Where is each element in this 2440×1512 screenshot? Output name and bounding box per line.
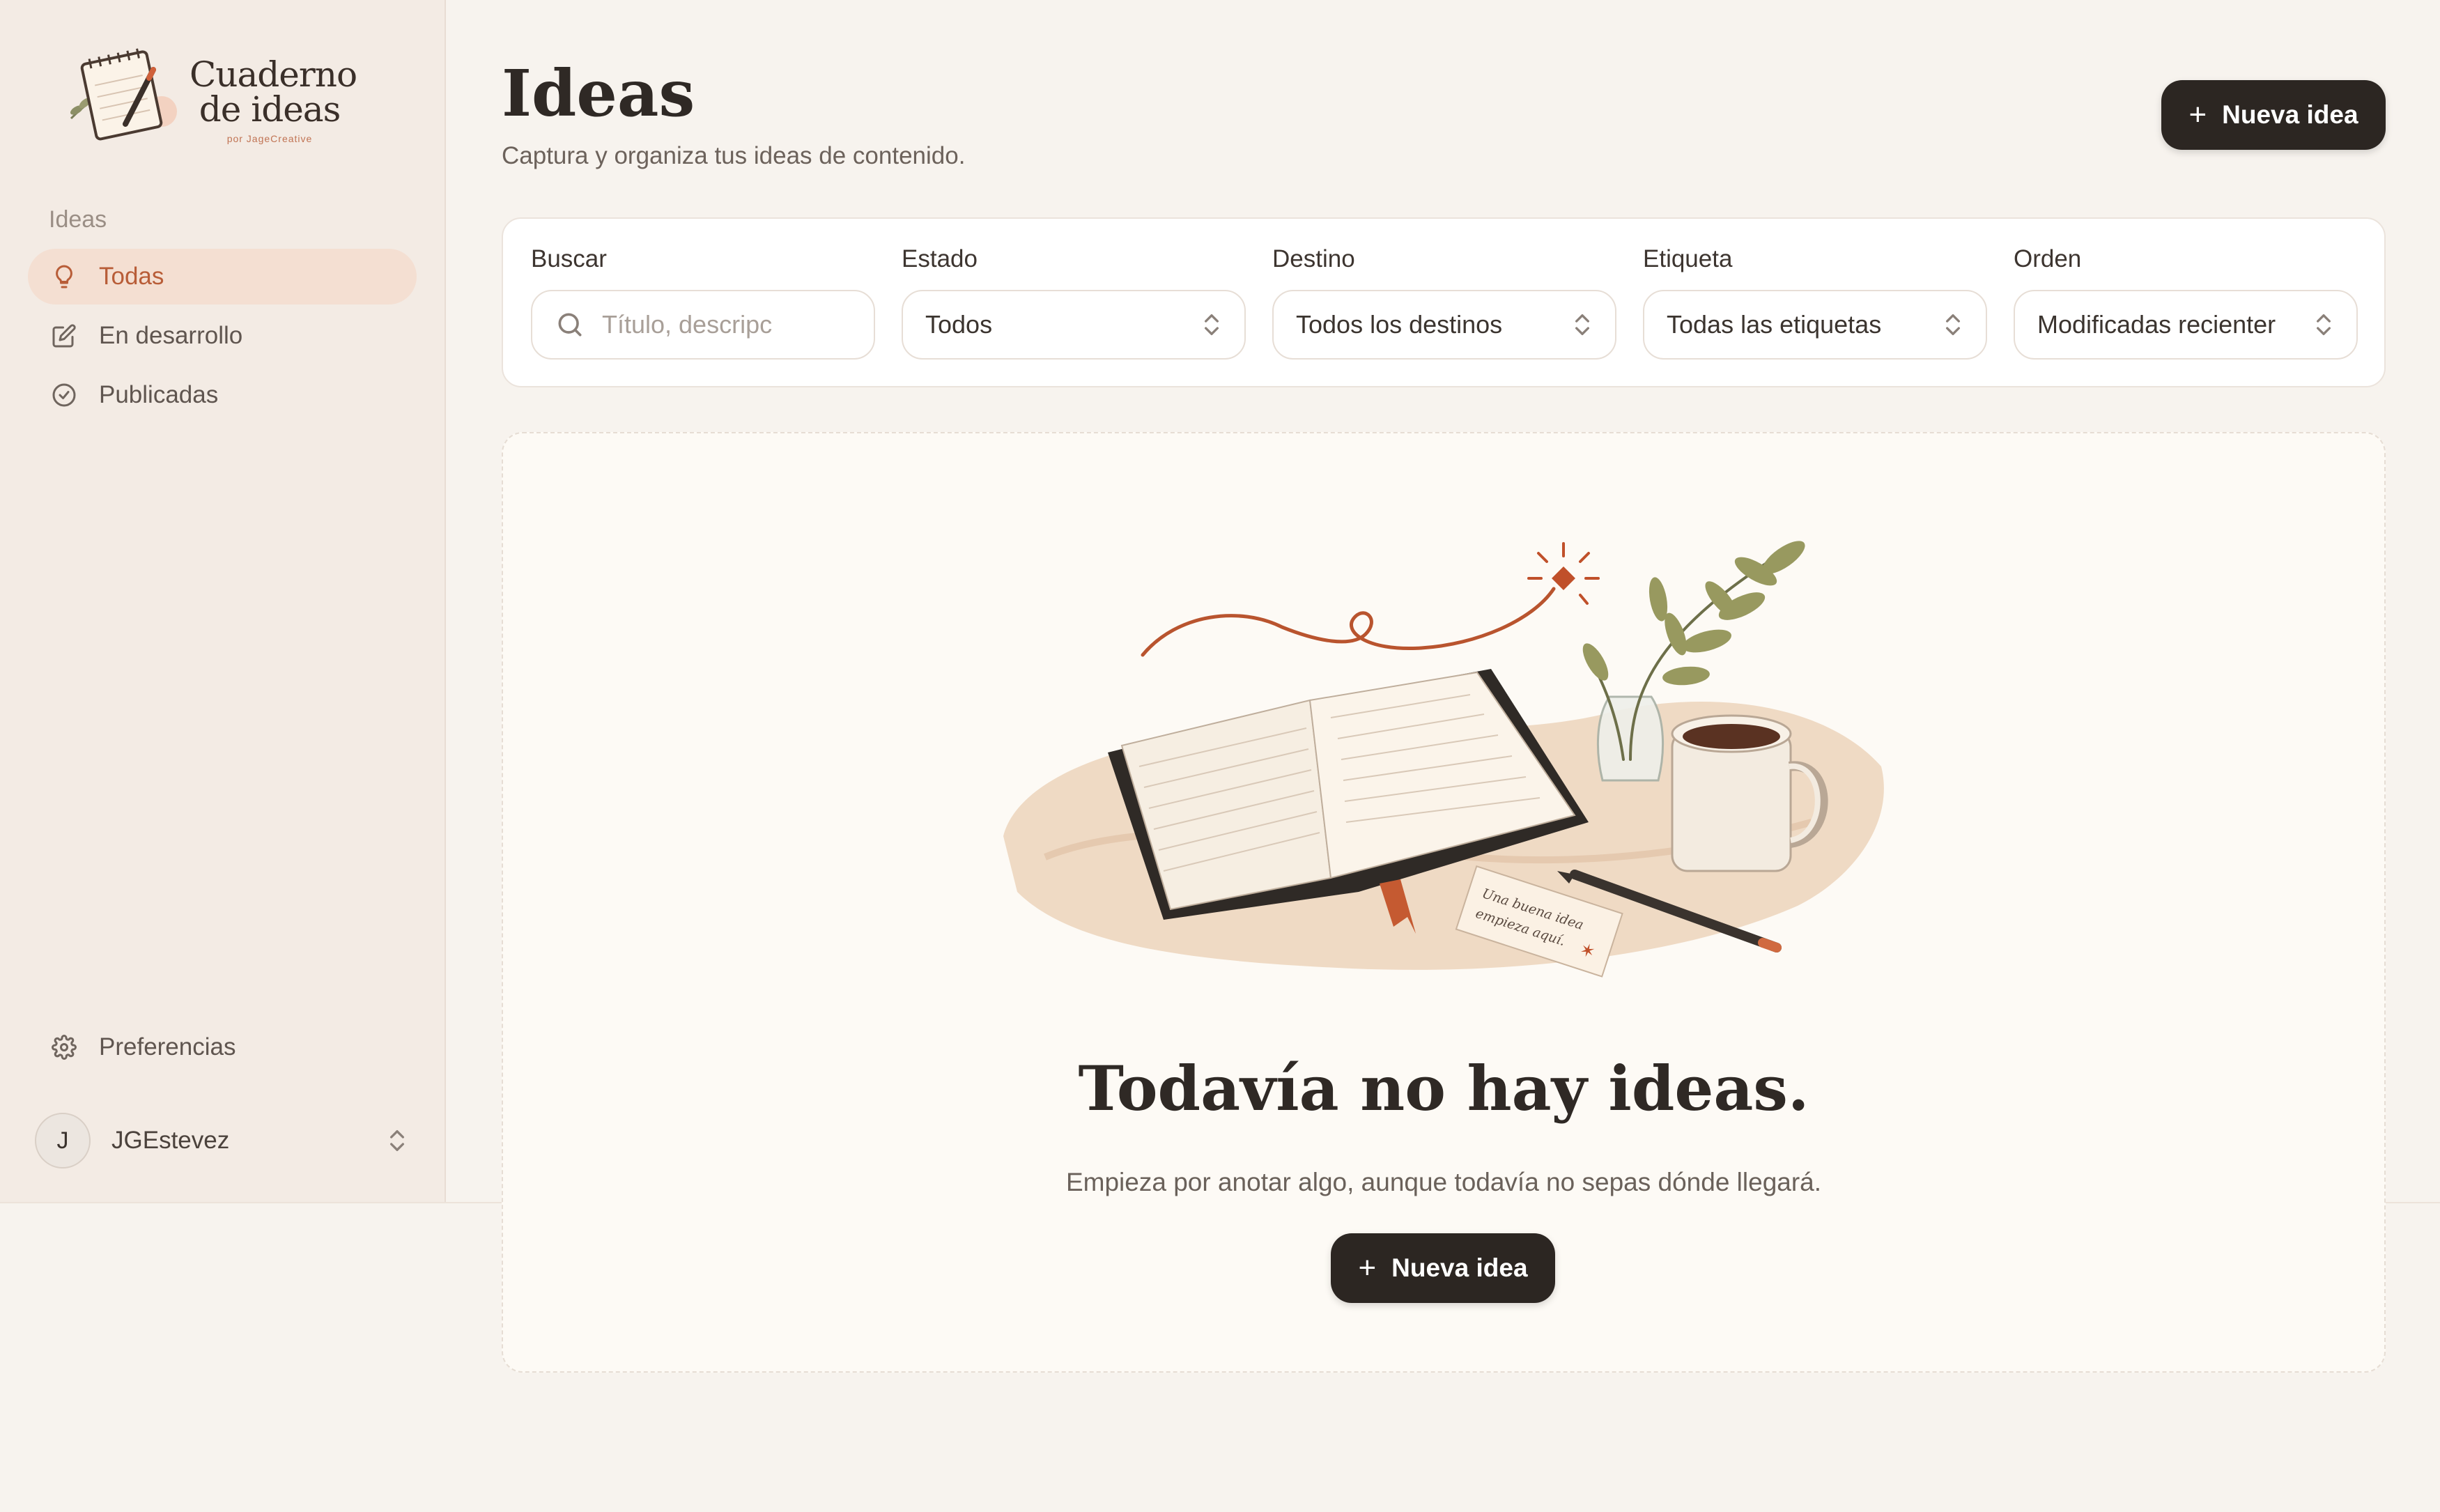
status-value: Todos — [925, 310, 993, 339]
chevron-updown-icon — [1575, 314, 1589, 335]
order-label: Orden — [2014, 245, 2082, 272]
notebook-coffee-illustration: Una buena idea empieza aquí. ✶ — [1003, 541, 1884, 978]
lightbulb-icon — [50, 263, 78, 291]
logo-text: Cuaderno de ideas por JageCreative — [190, 54, 357, 144]
destination-value: Todos los destinos — [1296, 310, 1503, 339]
chevron-updown-icon — [2317, 314, 2331, 335]
user-name: JGEstevez — [111, 1127, 230, 1154]
filter-destination: Destino Todos los destinos — [1272, 245, 1616, 360]
page-title: Ideas — [502, 56, 695, 131]
filter-search: Buscar Título, descripc — [531, 245, 875, 360]
logo-title-line1: Cuaderno — [190, 54, 357, 95]
filter-tag: Etiqueta Todas las etiquetas — [1643, 245, 1987, 360]
sidebar-item-en-desarrollo[interactable]: En desarrollo — [28, 308, 417, 364]
tag-label: Etiqueta — [1643, 245, 1733, 272]
sidebar-item-preferencias[interactable]: Preferencias — [28, 1019, 417, 1075]
new-idea-button[interactable]: + Nueva idea — [2161, 80, 2386, 150]
nav-section-label: Ideas — [49, 206, 107, 233]
logo-byline: por JageCreative — [226, 133, 313, 144]
page-subtitle: Captura y organiza tus ideas de contenid… — [502, 142, 966, 169]
chevron-updown-icon — [1946, 314, 1960, 335]
status-select[interactable]: Todos — [902, 290, 1246, 360]
app-logo[interactable]: Cuaderno de ideas por JageCreative — [57, 42, 357, 146]
plus-icon: + — [1358, 1251, 1377, 1285]
sidebar-item-label: Todas — [99, 263, 164, 290]
search-icon — [558, 313, 582, 337]
tag-value: Todas las etiquetas — [1667, 310, 1882, 339]
sidebar-item-label: Preferencias — [99, 1033, 236, 1060]
filter-bar: Buscar Título, descripc Estado Todos Des… — [502, 217, 2386, 387]
search-label: Buscar — [531, 245, 607, 272]
status-label: Estado — [902, 245, 978, 272]
logo-title-line2: de ideas — [199, 89, 341, 130]
search-placeholder: Título, descripc — [602, 310, 773, 339]
tag-select[interactable]: Todas las etiquetas — [1643, 290, 1987, 360]
gear-icon — [50, 1033, 78, 1061]
plus-icon: + — [2188, 98, 2207, 132]
empty-state-title: Todavía no hay ideas. — [1078, 1052, 1809, 1125]
sidebar-item-todas[interactable]: Todas — [28, 249, 417, 304]
sidebar-item-publicadas[interactable]: Publicadas — [28, 367, 417, 423]
filter-order: Orden Modificadas recienter — [2014, 245, 2358, 360]
order-select[interactable]: Modificadas recienter — [2014, 290, 2358, 360]
chevron-updown-icon — [390, 1130, 404, 1151]
notebook-logo-icon — [70, 48, 177, 141]
check-circle-icon — [50, 381, 78, 409]
chevron-updown-icon — [1205, 314, 1219, 335]
empty-state-message: Empieza por anotar algo, aunque todavía … — [1065, 1168, 1822, 1196]
destination-select[interactable]: Todos los destinos — [1272, 290, 1616, 360]
user-menu[interactable]: J JGEstevez — [35, 1113, 411, 1168]
destination-label: Destino — [1272, 245, 1355, 272]
empty-state-new-idea-button[interactable]: + Nueva idea — [1331, 1233, 1555, 1303]
filter-status: Estado Todos — [902, 245, 1246, 360]
avatar: J — [35, 1113, 91, 1168]
search-input[interactable]: Título, descripc — [531, 290, 875, 360]
new-idea-label: Nueva idea — [1391, 1253, 1528, 1282]
sidebar-item-label: En desarrollo — [99, 322, 243, 349]
edit-icon — [50, 322, 78, 350]
sidebar-item-label: Publicadas — [99, 381, 219, 408]
sidebar: Cuaderno de ideas por JageCreative Ideas… — [0, 0, 446, 1202]
order-value: Modificadas recienter — [2037, 310, 2276, 339]
new-idea-label: Nueva idea — [2222, 100, 2358, 129]
